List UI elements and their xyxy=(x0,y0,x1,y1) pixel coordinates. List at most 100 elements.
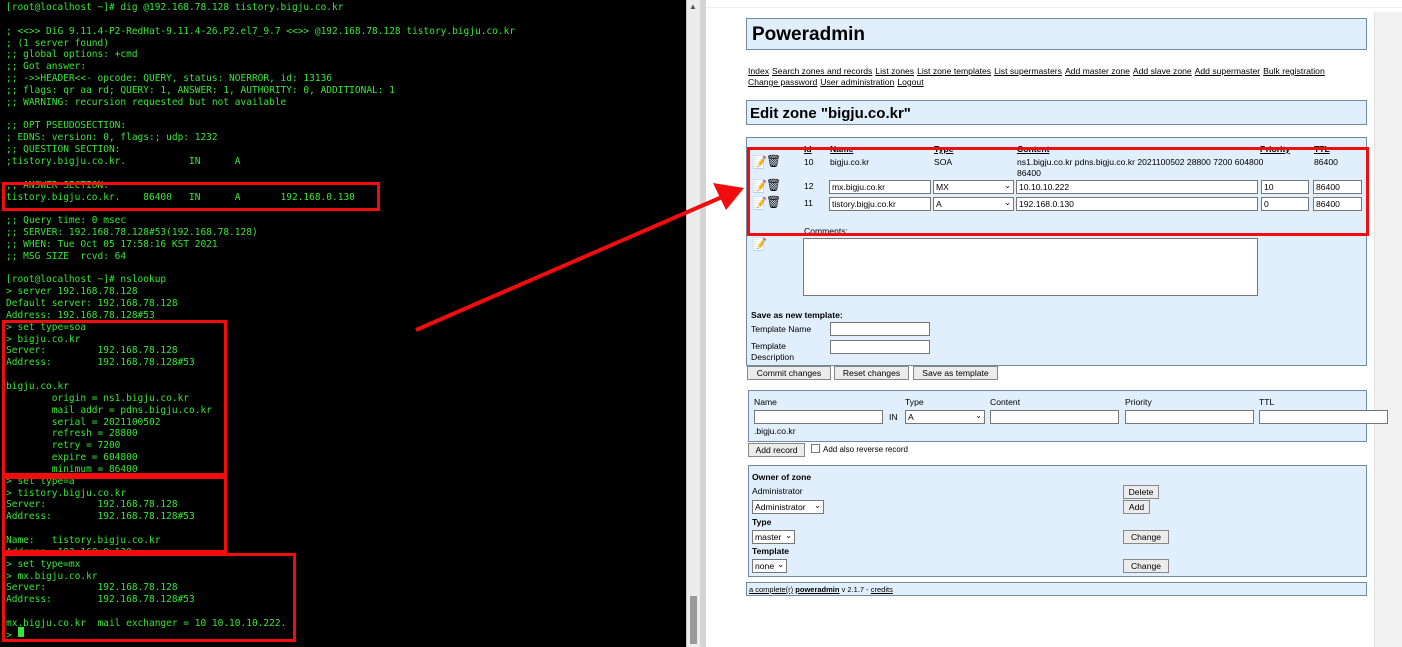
template-heading: Template xyxy=(752,546,790,556)
owner-heading: Owner of zone xyxy=(752,472,812,482)
change-template-button[interactable]: Change xyxy=(1123,559,1169,573)
terminal-line: ;; SERVER: 192.168.78.128#53(192.168.78.… xyxy=(6,227,258,239)
reset-changes-button[interactable]: Reset changes xyxy=(834,366,909,380)
terminal-line: Default server: 192.168.78.128 xyxy=(6,298,178,310)
terminal-line: ;; OPT PSEUDOSECTION: xyxy=(6,120,127,132)
add-content-label: Content xyxy=(990,397,1021,407)
owner-name: Administrator xyxy=(752,486,803,496)
add-type-label: Type xyxy=(905,397,924,407)
terminal-line: [root@localhost ~]# dig @192.168.78.128 … xyxy=(6,2,344,13)
scroll-up-icon[interactable]: ▲ xyxy=(689,2,697,11)
reverse-record-label: Add also reverse record xyxy=(823,445,908,454)
footer-brand[interactable]: poweradmin xyxy=(795,585,839,594)
add-record-box: Name Type Content Priority TTL IN A ⌄ .bi… xyxy=(748,390,1388,442)
scrollbar-thumb[interactable] xyxy=(690,596,697,644)
add-priority-label: Priority xyxy=(1125,397,1152,407)
terminal-line: ; EDNS: version: 0, flags:; udp: 1232 xyxy=(6,132,218,144)
terminal-line: ;; global options: +cmd xyxy=(6,49,138,61)
nav-list-supermasters[interactable]: List supermasters xyxy=(994,66,1062,76)
comments-textarea[interactable] xyxy=(803,238,1258,296)
reverse-record-checkbox[interactable] xyxy=(811,444,820,453)
chevron-down-icon: ⌄ xyxy=(777,560,784,569)
commit-changes-button[interactable]: Commit changes xyxy=(747,366,831,380)
header-box: Poweradmin xyxy=(746,18,1367,50)
chevron-down-icon: ⌄ xyxy=(785,531,792,540)
terminal-line: ; <<>> DiG 9.11.4-P2-RedHat-9.11.4-26.P2… xyxy=(6,25,516,37)
template-desc-label: Template xyxy=(751,341,786,351)
annotation-a-lookup xyxy=(2,476,227,553)
add-type-select[interactable]: A ⌄ xyxy=(905,410,985,424)
annotation-soa-lookup xyxy=(2,320,227,476)
template-name-label: Template Name xyxy=(751,324,812,334)
zone-title-box: Edit zone "bigju.co.kr" xyxy=(746,100,1367,125)
nav-user-administration[interactable]: User administration xyxy=(820,77,894,87)
chevron-down-icon: ⌄ xyxy=(975,411,982,420)
nav-bulk-registration[interactable]: Bulk registration xyxy=(1263,66,1325,76)
footer-version: v 2.1.7 xyxy=(841,585,865,594)
add-ttl-label: TTL xyxy=(1259,397,1275,407)
change-type-button[interactable]: Change xyxy=(1123,530,1169,544)
annotation-answer-section xyxy=(2,182,380,211)
browser-scrollbar[interactable] xyxy=(1374,12,1402,647)
save-as-template-button[interactable]: Save as template xyxy=(913,366,998,380)
in-label: IN xyxy=(889,412,898,422)
terminal-line: ;; MSG SIZE rcvd: 64 xyxy=(6,250,127,262)
terminal-line: ;; flags: qr aa rd; QUERY: 1, ANSWER: 1,… xyxy=(6,84,395,96)
zone-title: Edit zone "bigju.co.kr" xyxy=(750,105,911,122)
add-owner-button[interactable]: Add xyxy=(1123,500,1150,514)
add-ttl-input[interactable] xyxy=(1259,410,1388,424)
annotation-mx-lookup xyxy=(2,553,296,642)
footer-box: a complete(r) poweradmin v 2.1.7 - credi… xyxy=(746,582,1367,596)
nav-search[interactable]: Search zones and records xyxy=(772,66,872,76)
owner-box: Owner of zone Administrator Delete Admin… xyxy=(748,465,1367,577)
zone-template-select[interactable]: none ⌄ xyxy=(752,559,787,573)
zone-type-select[interactable]: master ⌄ xyxy=(752,530,795,544)
terminal-line: > server 192.168.78.128 xyxy=(6,286,138,298)
template-desc-label-2: Description xyxy=(751,352,794,362)
template-desc-input[interactable] xyxy=(830,340,930,354)
owner-select[interactable]: Administrator ⌄ xyxy=(752,500,824,514)
template-name-input[interactable] xyxy=(830,322,930,336)
terminal-scrollbar[interactable]: ▲ xyxy=(686,0,700,647)
app-title: Poweradmin xyxy=(752,24,865,45)
add-record-button[interactable]: Add record xyxy=(748,443,805,457)
footer-a-complete[interactable]: a complete(r) xyxy=(749,585,793,594)
footer-credits[interactable]: credits xyxy=(871,585,893,594)
add-priority-input[interactable] xyxy=(1125,410,1254,424)
save-template-heading: Save as new template: xyxy=(751,310,843,320)
nav-index[interactable]: Index xyxy=(748,66,769,76)
terminal-line: [root@localhost ~]# nslookup xyxy=(6,274,167,286)
main-nav: Index Search zones and records List zones L… xyxy=(748,66,1368,88)
add-content-input[interactable] xyxy=(990,410,1119,424)
nav-logout[interactable]: Logout xyxy=(897,77,923,87)
browser-window: Poweradmin Index Search zones and records… xyxy=(706,0,1402,647)
annotation-records-table xyxy=(747,147,1369,236)
edit-comments-icon[interactable]: 📝 xyxy=(752,237,767,251)
terminal-line: ; (1 server found) xyxy=(6,37,109,49)
terminal-line: ;; WHEN: Tue Oct 05 17:58:16 KST 2021 xyxy=(6,238,218,250)
terminal-line: ;tistory.bigju.co.kr. IN A xyxy=(6,155,241,167)
terminal-line: ;; Got answer: xyxy=(6,61,87,73)
footer-text: a complete(r) poweradmin v 2.1.7 - credi… xyxy=(749,585,893,594)
chevron-down-icon: ⌄ xyxy=(814,501,821,510)
nav-add-slave-zone[interactable]: Add slave zone xyxy=(1133,66,1192,76)
terminal-line: ;; Query time: 0 msec xyxy=(6,215,127,227)
type-heading: Type xyxy=(752,517,772,527)
nav-add-master-zone[interactable]: Add master zone xyxy=(1065,66,1130,76)
delete-owner-button[interactable]: Delete xyxy=(1123,485,1159,499)
terminal-line: ;; WARNING: recursion requested but not … xyxy=(6,96,287,108)
nav-add-supermaster[interactable]: Add supermaster xyxy=(1195,66,1260,76)
footer-sep: - xyxy=(866,585,869,594)
nav-list-zone-templates[interactable]: List zone templates xyxy=(917,66,991,76)
domain-suffix: .bigju.co.kr xyxy=(754,426,796,436)
browser-top-strip xyxy=(706,0,1402,8)
terminal-line: ;; ->>HEADER<<- opcode: QUERY, status: N… xyxy=(6,73,333,85)
terminal-line: ;; QUESTION SECTION: xyxy=(6,144,121,156)
add-name-label: Name xyxy=(754,397,777,407)
nav-list-zones[interactable]: List zones xyxy=(875,66,914,76)
nav-change-password[interactable]: Change password xyxy=(748,77,817,87)
add-name-input[interactable] xyxy=(754,410,883,424)
